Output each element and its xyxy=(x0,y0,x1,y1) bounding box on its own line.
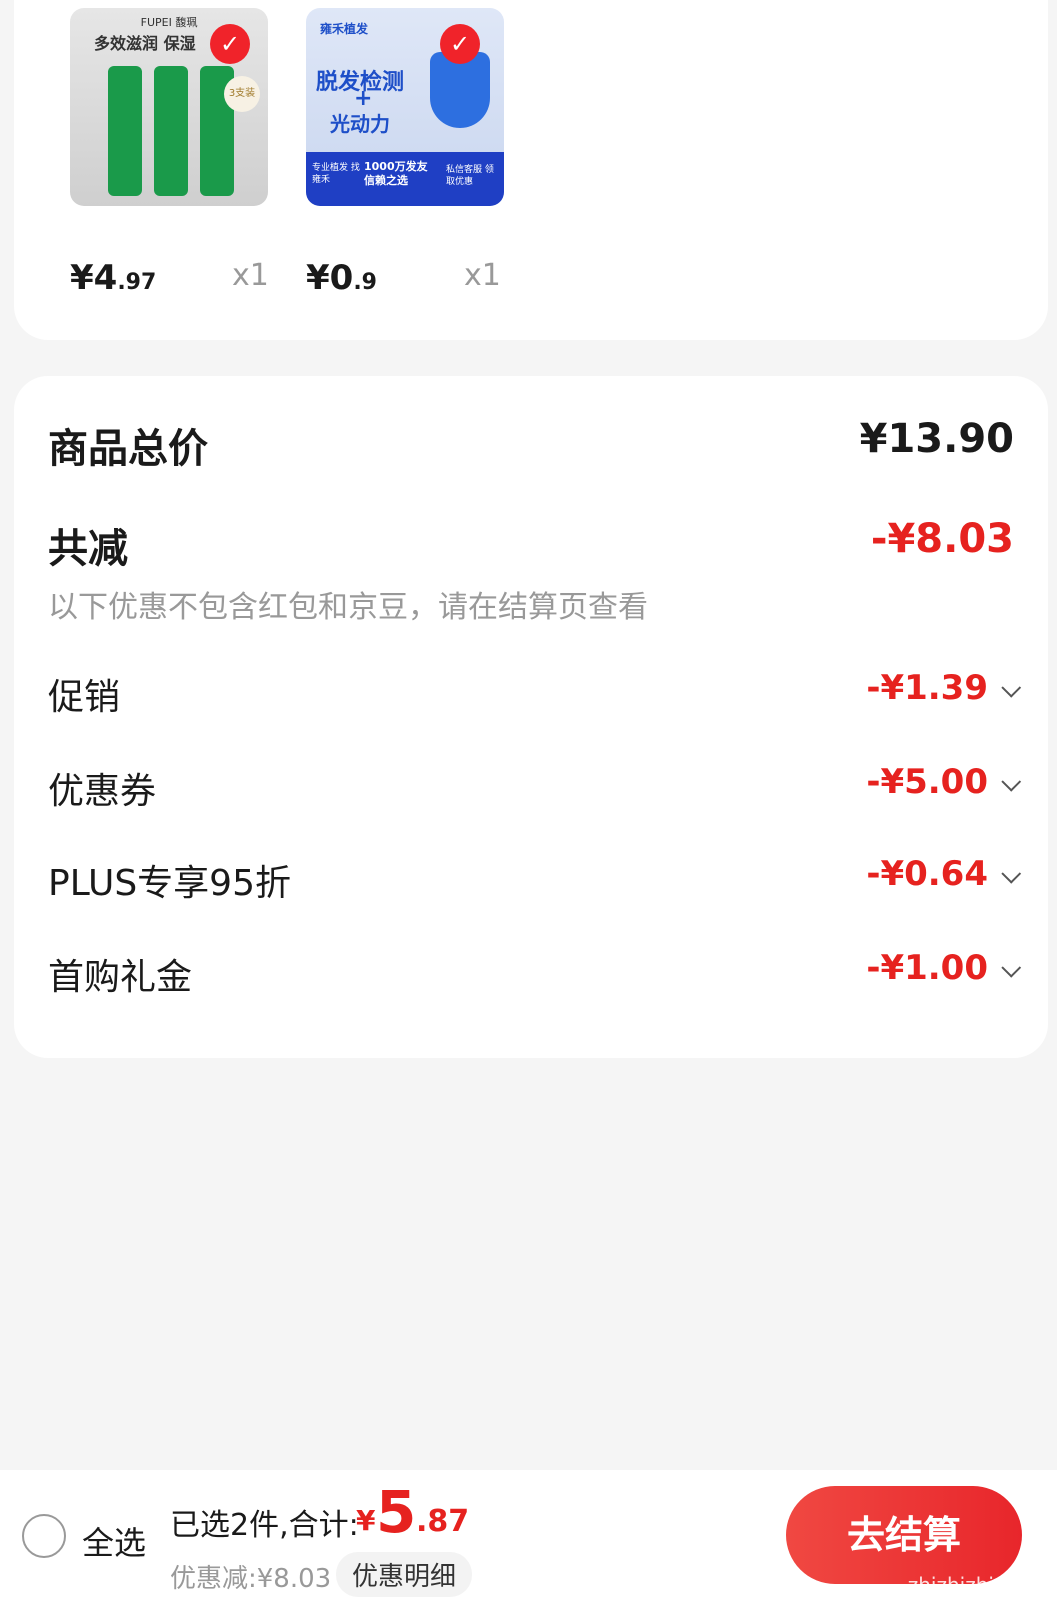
total-label: 商品总价 xyxy=(48,426,208,472)
select-all-radio[interactable] xyxy=(22,1514,66,1558)
discount-label: 共减 xyxy=(48,526,128,572)
plus-discount-row[interactable]: PLUS专享95折 -¥0.64 xyxy=(48,854,1022,904)
first-purchase-row[interactable]: 首购礼金 -¥1.00 xyxy=(48,948,1022,998)
checkout-button[interactable]: 去结算 xyxy=(786,1486,1022,1584)
total-currency: ¥ xyxy=(356,1504,376,1537)
selected-summary: 已选2件,合计: xyxy=(170,1508,359,1543)
product-price: ¥4.97 xyxy=(70,258,157,298)
checkout-bar: 全选 已选2件,合计: ¥ 5 .87 优惠减:¥8.03 优惠明细 去结算 z… xyxy=(0,1470,1057,1601)
coupon-row[interactable]: 优惠券 -¥5.00 xyxy=(48,762,1022,812)
discount-value: -¥8.03 xyxy=(870,516,1014,562)
promo-row[interactable]: 促销 -¥1.39 xyxy=(48,668,1022,718)
product-brand: 雍禾植发 xyxy=(320,22,369,36)
discount-row: 共减 -¥8.03 xyxy=(48,516,1014,572)
badge-3pack: 3支装 xyxy=(224,76,260,112)
watermark: zhizhizhi.com xyxy=(907,1573,1043,1597)
tube-1 xyxy=(108,66,142,196)
product-footer-band: 专业植发 找雍禾 1000万发友 信赖之选 私信客服 领取优惠 xyxy=(306,152,504,206)
product-image-hand-cream[interactable]: FUPEI 馥珮 多效滋润 保湿 3支装 ✓ xyxy=(70,8,268,206)
total-decimal: .87 xyxy=(416,1504,470,1539)
total-value: ¥13.90 xyxy=(859,416,1014,462)
chevron-down-icon xyxy=(1001,771,1022,792)
product-qty: x1 xyxy=(232,258,269,293)
selected-check-icon[interactable]: ✓ xyxy=(210,24,250,64)
product-banner: 多效滋润 保湿 xyxy=(94,34,196,53)
select-all-label[interactable]: 全选 xyxy=(82,1518,146,1564)
total-integer: 5 xyxy=(376,1478,417,1546)
product-qty: x1 xyxy=(464,258,501,293)
product-price: ¥0.9 xyxy=(306,258,377,298)
banner-line2: 光动力 xyxy=(330,112,390,136)
price-summary-card: 商品总价 ¥13.90 共减 -¥8.03 以下优惠不包含红包和京豆，请在结算页… xyxy=(14,376,1048,1058)
chevron-down-icon xyxy=(1001,957,1022,978)
selected-check-icon[interactable]: ✓ xyxy=(440,24,480,64)
product-image-hair-service[interactable]: 雍禾植发 脱发检测 + 光动力 专业植发 找雍禾 1000万发友 信赖之选 私信… xyxy=(306,8,504,206)
chevron-down-icon xyxy=(1001,677,1022,698)
cart-items-card: FUPEI 馥珮 多效滋润 保湿 3支装 ✓ ¥4.97 x1 雍禾植发 脱发检… xyxy=(14,0,1048,340)
total-row: 商品总价 ¥13.90 xyxy=(48,416,1014,472)
tube-2 xyxy=(154,66,188,196)
chevron-down-icon xyxy=(1001,863,1022,884)
discount-detail-button[interactable]: 优惠明细 xyxy=(336,1552,473,1597)
discount-note: 以下优惠不包含红包和京豆，请在结算页查看 xyxy=(48,590,648,625)
saved-amount: 优惠减:¥8.03 xyxy=(170,1564,332,1594)
